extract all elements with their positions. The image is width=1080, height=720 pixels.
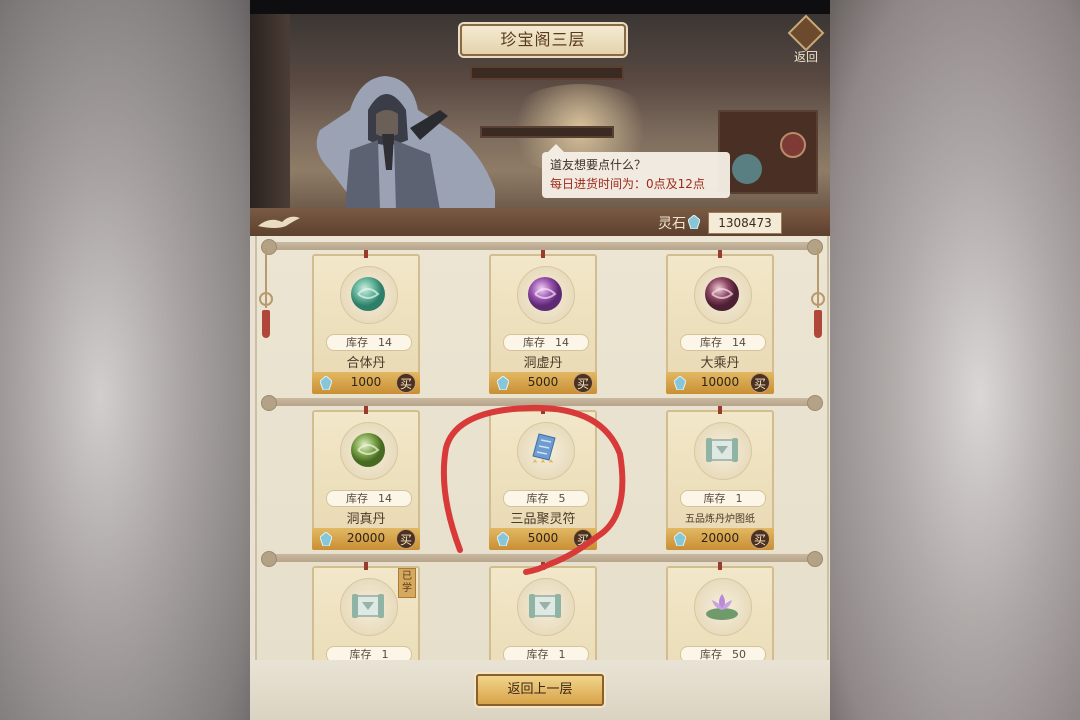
vase-icon	[732, 154, 762, 184]
price-bar: 10000 买	[666, 372, 774, 394]
dialog-line-2: 每日进货时间为：0点及12点	[550, 177, 705, 191]
shop-item-card[interactable]: 库存 50	[666, 562, 774, 666]
lotus-icon	[706, 594, 738, 620]
green-pill-icon	[351, 277, 385, 311]
game-screen: 珍宝阁三层 返回 道友想要点什么？ 每日进货时间为：0点及12点 灵石 1308…	[250, 0, 830, 720]
price-bar: 20000 买	[312, 528, 420, 550]
dialog-line-1: 道友想要点什么？	[550, 158, 647, 172]
npc-dialog: 道友想要点什么？ 每日进货时间为：0点及12点	[542, 144, 730, 198]
spirit-stone-icon	[674, 376, 686, 390]
price-bar: 1000 买	[312, 372, 420, 394]
item-price: 5000	[527, 375, 559, 389]
currency-label: 灵石	[658, 216, 686, 232]
item-price: 20000	[346, 531, 386, 545]
shop-item-card[interactable]: 库存 14 大乘丹 10000 买	[666, 250, 774, 394]
item-name: 洞真丹	[346, 512, 386, 527]
buy-button[interactable]: 买	[750, 373, 770, 393]
background-blur-right	[830, 0, 1080, 720]
maroon-pill-icon	[705, 277, 739, 311]
scroll-icon	[352, 594, 384, 618]
back-button[interactable]: 返回	[787, 14, 825, 64]
item-price: 10000	[700, 375, 740, 389]
item-name: 大乘丹	[700, 356, 740, 371]
stock-indicator: 库存 14	[680, 334, 766, 351]
stock-indicator: 库存 14	[326, 334, 412, 351]
footer-bar: 返回上一层	[250, 660, 830, 720]
spirit-stone-icon	[497, 376, 509, 390]
stock-indicator: 库存 14	[503, 334, 589, 351]
hooded-merchant-icon	[316, 76, 495, 210]
olive-pill-icon	[351, 433, 385, 467]
status-strip	[250, 0, 830, 14]
spirit-stone-icon	[674, 532, 686, 546]
currency-bar: 灵石 1308473	[250, 208, 830, 236]
red-circle-annotation	[440, 404, 626, 575]
learned-badge: 已学	[398, 568, 416, 598]
tassel-ornament-icon	[811, 248, 825, 338]
shelf	[480, 126, 614, 138]
page-title: 珍宝阁三层	[460, 24, 626, 56]
background-blur-left	[0, 0, 250, 720]
purple-pill-icon	[528, 277, 562, 311]
back-arrow-icon	[787, 14, 825, 52]
crane-ornament-icon	[256, 212, 302, 232]
shopkeeper-character	[290, 70, 500, 210]
buy-button[interactable]: 买	[396, 529, 416, 549]
scroll-icon	[529, 594, 561, 618]
plate-icon	[780, 132, 806, 158]
currency-amount: 1308473	[708, 212, 782, 234]
pillar	[250, 14, 290, 210]
stock-indicator: 库存 14	[326, 490, 412, 507]
item-name: 五品炼丹炉图纸	[685, 514, 755, 525]
shop-item-card[interactable]: 库存 14 洞真丹 20000 买	[312, 406, 420, 550]
spirit-stone-icon	[320, 532, 332, 546]
price-bar: 20000 买	[666, 528, 774, 550]
buy-button[interactable]: 买	[396, 373, 416, 393]
hanging-rail	[261, 239, 823, 255]
tassel-ornament-icon	[259, 248, 273, 338]
shop-item-card[interactable]: 库存 14 合体丹 1000 买	[312, 250, 420, 394]
shop-item-card[interactable]: 已学 库存 1	[312, 562, 420, 666]
shop-item-card[interactable]: 库存 14 洞虚丹 5000 买	[489, 250, 597, 394]
spirit-stone-icon	[688, 215, 700, 229]
spirit-stone-icon	[320, 376, 332, 390]
item-name: 合体丹	[346, 356, 386, 371]
buy-button[interactable]: 买	[750, 529, 770, 549]
item-price: 20000	[700, 531, 740, 545]
back-previous-floor-button[interactable]: 返回上一层	[476, 674, 604, 706]
item-price: 1000	[350, 375, 382, 389]
item-name: 洞虚丹	[523, 356, 563, 371]
scroll-icon	[706, 438, 738, 462]
shop-item-card[interactable]: 库存 1 五品炼丹炉图纸 20000 买	[666, 406, 774, 550]
price-bar: 5000 买	[489, 372, 597, 394]
stock-indicator: 库存 1	[680, 490, 766, 507]
buy-button[interactable]: 买	[573, 373, 593, 393]
